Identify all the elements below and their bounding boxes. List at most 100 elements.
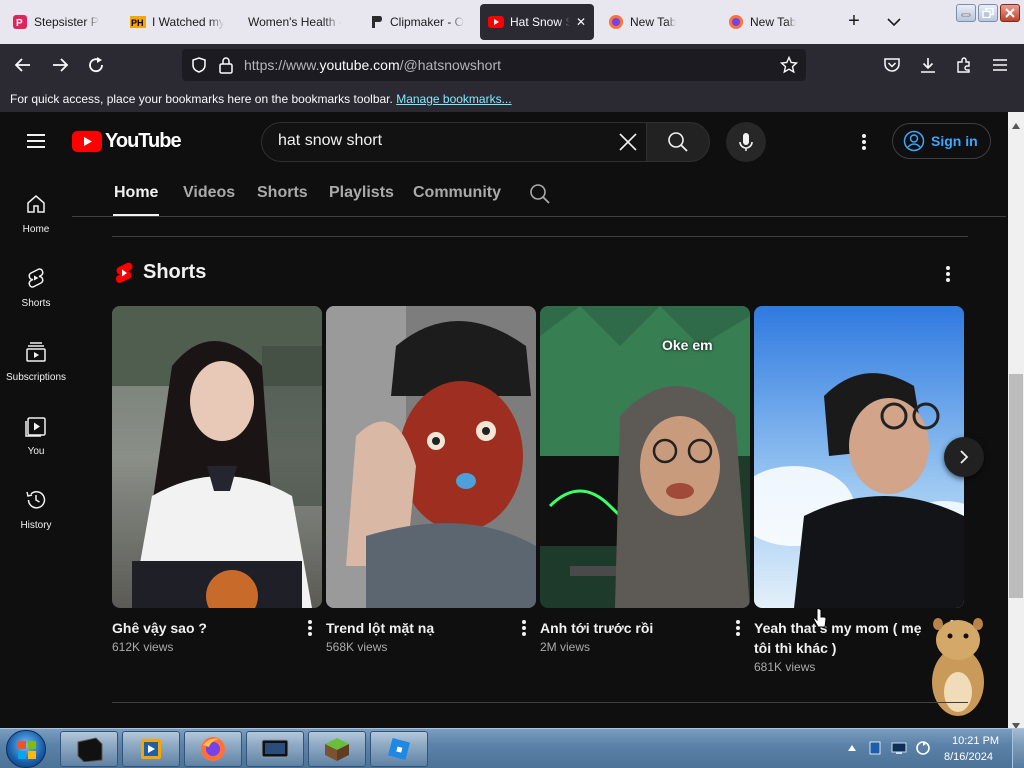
guide-item-history[interactable]: History — [0, 488, 72, 531]
lock-icon[interactable] — [218, 56, 234, 74]
close-tab-icon[interactable]: ✕ — [576, 15, 586, 29]
browser-tab[interactable]: Clipmaker - O — [360, 4, 472, 40]
you-icon — [25, 417, 46, 437]
sign-in-button[interactable]: Sign in — [892, 123, 991, 159]
tab-playlists[interactable]: Playlists — [329, 184, 394, 202]
tab-community[interactable]: Community — [413, 184, 501, 202]
shelf-next-button[interactable] — [944, 437, 984, 477]
downloads-button[interactable] — [917, 54, 939, 76]
show-hidden-icons-icon[interactable] — [847, 743, 857, 753]
clock-date[interactable]: 8/16/2024 — [944, 751, 993, 763]
monitor-app-icon — [261, 739, 289, 758]
vertical-scrollbar[interactable] — [1008, 112, 1024, 728]
settings-more-button[interactable] — [852, 130, 876, 154]
address-bar[interactable]: https://www.youtube.com/@hatsnowshort — [182, 49, 806, 81]
shelf-title: Shorts — [143, 261, 207, 283]
browser-tab[interactable]: New Tab — [600, 4, 710, 40]
voice-search-button[interactable] — [726, 122, 766, 162]
short-card[interactable]: Oke em Anh tới trước rồi 2M views — [540, 306, 750, 654]
pocket-button[interactable] — [881, 54, 903, 76]
network-icon[interactable] — [891, 740, 907, 756]
browser-tab[interactable]: Women's Health - — [240, 4, 350, 40]
short-card[interactable]: Trend lột mặt nạ 568K views — [326, 306, 536, 654]
taskbar-app-minecraft[interactable] — [308, 731, 366, 767]
browser-tab[interactable]: P Stepsister P — [4, 4, 112, 40]
short-thumbnail[interactable]: Oke em — [540, 306, 750, 608]
sign-in-label: Sign in — [931, 133, 978, 149]
show-desktop-button[interactable] — [1012, 729, 1024, 768]
close-window-button[interactable] — [1000, 4, 1020, 22]
short-more-button[interactable] — [732, 618, 744, 638]
reload-button[interactable] — [85, 54, 107, 76]
search-button[interactable] — [646, 122, 710, 162]
short-thumbnail[interactable] — [112, 306, 322, 608]
taskbar-app-video-editor[interactable] — [246, 731, 304, 767]
scrollbar-thumb[interactable] — [1009, 374, 1023, 598]
short-card[interactable]: Yeah that's my mom ( mẹ tôi thì khác ) 6… — [754, 306, 964, 674]
taskbar-app-roblox[interactable] — [370, 731, 428, 767]
guide-item-label: Home — [22, 224, 50, 235]
puzzle-icon — [957, 57, 970, 73]
short-card[interactable]: Ghê vậy sao ? 612K views — [112, 306, 322, 654]
guide-menu-button[interactable] — [24, 130, 48, 152]
media-player-icon — [141, 739, 161, 759]
tab-label: Women's Health - — [248, 15, 342, 29]
manage-bookmarks-link[interactable]: Manage bookmarks... — [396, 92, 511, 106]
ph-favicon-icon: PH — [130, 14, 146, 30]
bookmark-star-icon[interactable] — [780, 56, 798, 74]
short-views: 612K views — [112, 640, 174, 654]
restore-button[interactable] — [978, 4, 998, 22]
close-icon — [619, 133, 637, 151]
short-title[interactable]: Ghê vậy sao ? — [112, 618, 296, 638]
tracking-protection-shield-icon[interactable] — [190, 56, 208, 74]
short-title[interactable]: Anh tới trước rồi — [540, 618, 724, 638]
clock-time[interactable]: 10:21 PM — [952, 735, 999, 747]
guide-item-label: Subscriptions — [5, 372, 67, 383]
short-thumbnail[interactable] — [326, 306, 536, 608]
taskbar-app-firefox[interactable] — [184, 731, 242, 767]
sync-icon[interactable] — [915, 740, 931, 756]
roblox-icon — [387, 737, 411, 761]
action-center-flag-icon[interactable] — [867, 740, 883, 756]
hamster-sticker-image — [932, 618, 984, 716]
short-more-button[interactable] — [304, 618, 316, 638]
list-all-tabs-button[interactable] — [884, 12, 904, 32]
short-title[interactable]: Trend lột mặt nạ — [326, 618, 510, 638]
guide-item-you[interactable]: You — [0, 414, 72, 457]
scroll-down-icon[interactable] — [1012, 716, 1020, 728]
tab-videos[interactable]: Videos — [183, 184, 235, 202]
tab-shorts[interactable]: Shorts — [257, 184, 308, 202]
extensions-button[interactable] — [953, 54, 975, 76]
app-menu-button[interactable] — [989, 54, 1011, 76]
tab-home[interactable]: Home — [114, 184, 158, 202]
short-more-button[interactable] — [518, 618, 530, 638]
channel-search-icon[interactable] — [529, 183, 551, 205]
tabs-divider — [72, 216, 1006, 217]
taskbar-app-media-player[interactable] — [122, 731, 180, 767]
search-input[interactable]: hat snow short — [261, 122, 647, 162]
guide-item-shorts[interactable]: Shorts — [0, 266, 72, 309]
search-input-value[interactable]: hat snow short — [278, 132, 382, 150]
guide-item-home[interactable]: Home — [0, 192, 72, 235]
browser-tab[interactable]: New Tab — [720, 4, 830, 40]
browser-tab-active[interactable]: Hat Snow S ✕ — [480, 4, 594, 40]
taskbar-app-terminal[interactable] — [60, 731, 118, 767]
start-button[interactable] — [6, 730, 46, 768]
shelf-more-button[interactable] — [938, 262, 958, 286]
clear-search-button[interactable] — [618, 132, 638, 152]
windows-taskbar: 10:21 PM 8/16/2024 — [0, 728, 1024, 768]
section-divider — [112, 236, 968, 237]
minimize-button[interactable] — [956, 4, 976, 22]
guide-item-subscriptions[interactable]: Subscriptions — [0, 340, 72, 383]
short-title[interactable]: Yeah that's my mom ( mẹ tôi thì khác ) — [754, 618, 938, 658]
url-text[interactable]: https://www.youtube.com/@hatsnowshort — [244, 57, 501, 73]
scroll-up-icon[interactable] — [1012, 116, 1020, 134]
forward-button[interactable] — [49, 54, 71, 76]
short-thumbnail[interactable] — [754, 306, 964, 608]
new-tab-button[interactable]: + — [842, 10, 866, 34]
subscriptions-icon — [26, 342, 46, 362]
back-button[interactable] — [12, 54, 34, 76]
browser-tab[interactable]: PH I Watched my — [122, 4, 232, 40]
youtube-logo[interactable]: YouTube — [72, 129, 182, 153]
grass-block-icon — [325, 738, 349, 761]
